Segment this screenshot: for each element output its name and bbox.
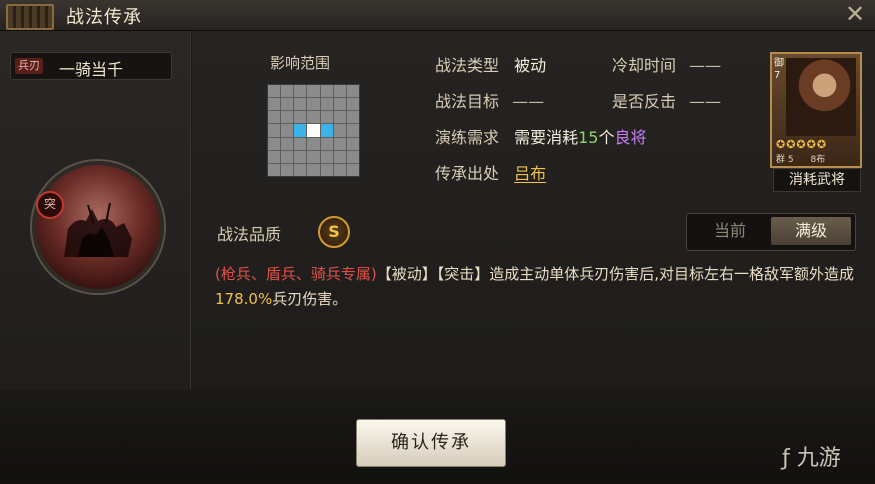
cavalry-icon	[64, 202, 132, 257]
skill-type-label: 战法类型	[435, 56, 500, 75]
range-grid	[267, 84, 360, 177]
window-title: 战法传承	[66, 7, 142, 28]
damage-value: 178.0%	[215, 290, 273, 308]
watermark-text: 九游	[796, 446, 841, 471]
skill-target-row: 战法目标 ——	[435, 88, 544, 112]
skill-target-value: ——	[512, 92, 545, 111]
origin-row: 传承出处 吕布	[435, 160, 546, 184]
card-bottom-row: 群 5 8布	[776, 152, 825, 165]
level-tabs: 当前 满级	[686, 213, 856, 251]
cooldown-label: 冷却时间	[612, 56, 677, 75]
watermark-icon: ƒ	[782, 446, 790, 471]
requirement-prefix: 需要消耗	[514, 128, 579, 147]
skill-summary-panel: 兵刃 一骑当千 突	[0, 31, 191, 389]
card-general-tag: 8布	[810, 155, 826, 165]
counter-row: 是否反击 ——	[612, 88, 721, 112]
tab-current[interactable]: 当前	[690, 217, 770, 245]
card-faction: 群 5	[776, 155, 794, 165]
skill-type-row: 战法类型 被动	[435, 52, 546, 76]
origin-label: 传承出处	[435, 164, 500, 183]
range-cell-left	[294, 124, 307, 137]
description-text-1: 造成主动单体兵刃伤害后,对目标左右一格敌军额外造成	[489, 265, 855, 283]
assault-tag: 【突击】	[436, 265, 490, 283]
skill-type-value: 被动	[514, 56, 547, 75]
range-cell-right	[320, 124, 333, 137]
title-ornament-icon	[6, 4, 54, 30]
card-side-text: 御 7	[774, 58, 784, 81]
training-requirement-row: 演练需求 需要消耗15个良将	[435, 124, 647, 148]
title-bar: 战法传承 ✕	[0, 0, 875, 31]
tab-max-level[interactable]: 满级	[771, 217, 851, 245]
requirement-count: 15	[578, 128, 599, 147]
skill-description: (枪兵、盾兵、骑兵专属)【被动】【突击】造成主动单体兵刃伤害后,对目标左右一格敌…	[215, 262, 855, 312]
quality-label: 战法品质	[217, 225, 282, 244]
skill-emblem-icon	[32, 161, 164, 293]
general-portrait	[786, 58, 856, 136]
cooldown-value: ——	[689, 56, 722, 75]
watermark-logo: ƒ 九游	[782, 440, 872, 476]
troop-restriction: (枪兵、盾兵、骑兵专属)	[215, 265, 377, 283]
consume-general-label: 消耗武将	[773, 168, 861, 192]
skill-name-box: 兵刃 一骑当千	[10, 52, 172, 80]
range-cell-center	[307, 124, 320, 137]
confirm-inherit-button[interactable]: 确认传承	[356, 419, 506, 467]
passive-tag: 【被动】	[376, 265, 437, 283]
quality-grade-badge: S	[318, 216, 350, 248]
description-text-2: 兵刃伤害。	[272, 290, 348, 308]
counter-value: ——	[689, 92, 722, 111]
skill-name: 一骑当千	[59, 60, 124, 79]
counter-label: 是否反击	[612, 92, 677, 111]
cooldown-row: 冷却时间 ——	[612, 52, 721, 76]
skill-type-tag: 兵刃	[15, 58, 43, 74]
requirement-item: 良将	[614, 128, 647, 147]
close-icon[interactable]: ✕	[843, 2, 867, 26]
assault-badge: 突	[36, 191, 64, 219]
range-label: 影响范围	[270, 54, 331, 72]
general-card[interactable]: 御 7 ✪✪✪✪✪ 群 5 8布	[770, 52, 862, 168]
origin-general-link[interactable]: 吕布	[514, 164, 546, 183]
skill-target-label: 战法目标	[435, 92, 500, 111]
requirement-unit: 个	[598, 128, 615, 147]
training-requirement-label: 演练需求	[435, 128, 500, 147]
star-rating-icon: ✪✪✪✪✪	[776, 138, 828, 151]
